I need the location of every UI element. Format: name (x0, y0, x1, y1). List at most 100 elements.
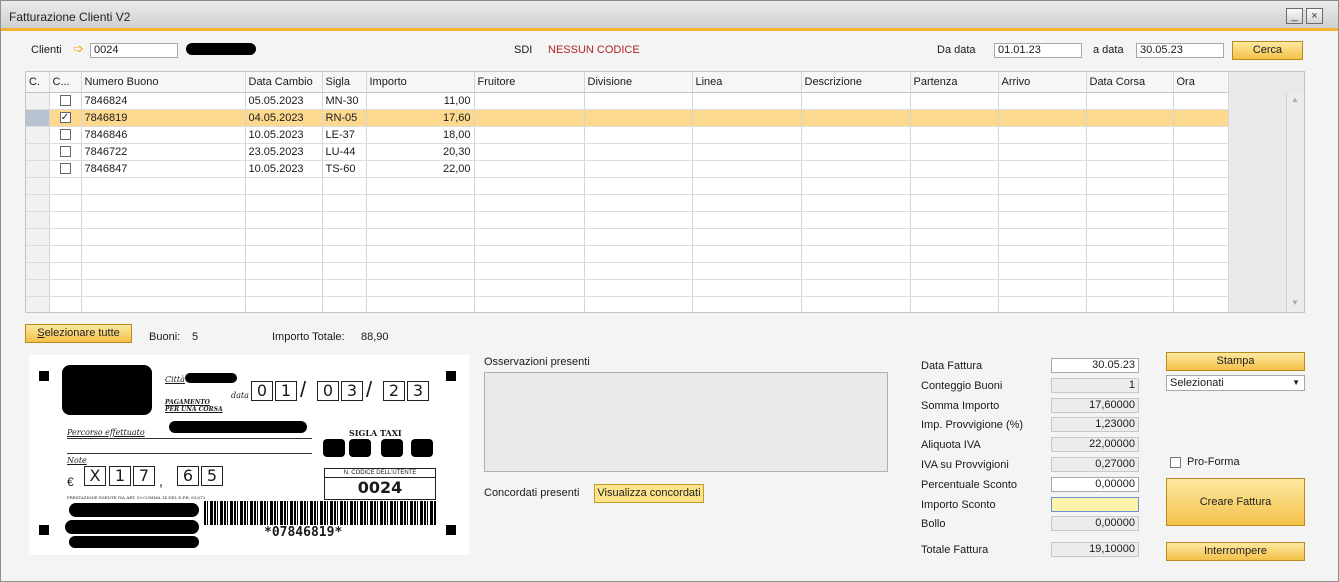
column-header[interactable]: Linea (692, 72, 802, 93)
table-cell[interactable] (1086, 109, 1174, 127)
row-header[interactable] (26, 160, 50, 178)
scroll-down-icon[interactable]: ▼ (1291, 298, 1299, 307)
print-button[interactable]: Stampa (1166, 352, 1305, 371)
minimize-button[interactable]: _ (1286, 8, 1303, 24)
table-cell[interactable] (1173, 211, 1229, 229)
table-cell[interactable]: 10.05.2023 (245, 160, 323, 178)
view-agreements-button[interactable]: Visualizza concordati (594, 484, 704, 503)
row-checkbox[interactable]: ✓ (59, 112, 71, 124)
table-cell[interactable] (322, 228, 367, 246)
table-cell[interactable] (801, 296, 911, 312)
print-select[interactable]: Selezionati ▼ (1166, 375, 1305, 391)
table-cell[interactable] (81, 279, 246, 297)
table-cell[interactable] (81, 296, 246, 312)
invoice-field-value[interactable]: 30.05.23 (1051, 358, 1139, 373)
table-cell[interactable] (322, 177, 367, 195)
table-cell[interactable] (49, 211, 82, 229)
column-header[interactable]: Fruitore (474, 72, 585, 93)
table-cell[interactable] (584, 262, 693, 280)
table-cell[interactable] (1173, 177, 1229, 195)
table-cell[interactable] (998, 279, 1087, 297)
table-cell[interactable] (474, 92, 585, 110)
table-cell[interactable] (801, 160, 911, 178)
table-cell[interactable] (801, 126, 911, 144)
create-invoice-button[interactable]: Creare Fattura (1166, 478, 1305, 526)
table-cell[interactable] (692, 279, 802, 297)
table-cell[interactable] (1173, 126, 1229, 144)
table-cell[interactable] (910, 279, 999, 297)
table-cell[interactable] (49, 177, 82, 195)
table-cell[interactable] (245, 228, 323, 246)
table-cell[interactable] (474, 245, 585, 263)
table-cell[interactable] (1086, 126, 1174, 144)
table-cell[interactable] (998, 194, 1087, 212)
table-cell[interactable]: 23.05.2023 (245, 143, 323, 161)
table-cell[interactable]: 7846846 (81, 126, 246, 144)
table-cell[interactable] (910, 211, 999, 229)
table-cell[interactable]: 20,30 (366, 143, 475, 161)
table-cell[interactable] (49, 92, 82, 110)
table-row[interactable]: 7846722 23.05.2023 LU-44 20,30 (26, 143, 1229, 161)
table-cell[interactable] (474, 126, 585, 144)
table-cell[interactable] (998, 245, 1087, 263)
table-cell[interactable] (998, 92, 1087, 110)
row-header[interactable] (26, 211, 50, 229)
row-header[interactable] (26, 194, 50, 212)
invoice-field-value[interactable] (1051, 497, 1139, 512)
table-cell[interactable] (1086, 296, 1174, 312)
table-cell[interactable] (474, 194, 585, 212)
table-cell[interactable] (474, 211, 585, 229)
table-cell[interactable]: MN-30 (322, 92, 367, 110)
table-cell[interactable] (322, 245, 367, 263)
table-cell[interactable]: ✓ (49, 109, 82, 127)
table-cell[interactable] (1086, 228, 1174, 246)
table-row[interactable]: ✓ 7846819 04.05.2023 RN-05 17,60 (26, 109, 1229, 127)
table-cell[interactable] (366, 177, 475, 195)
table-cell[interactable] (1173, 143, 1229, 161)
table-cell[interactable] (584, 160, 693, 178)
table-cell[interactable] (692, 126, 802, 144)
row-checkbox[interactable] (59, 95, 71, 107)
table-cell[interactable] (322, 296, 367, 312)
table-cell[interactable] (1173, 245, 1229, 263)
column-header[interactable]: Sigla (322, 72, 367, 93)
table-cell[interactable]: 17,60 (366, 109, 475, 127)
table-row[interactable] (26, 279, 1229, 297)
table-cell[interactable] (910, 194, 999, 212)
link-arrow-icon[interactable]: ➩ (73, 41, 84, 57)
table-cell[interactable] (322, 279, 367, 297)
table-cell[interactable] (81, 177, 246, 195)
table-cell[interactable] (474, 296, 585, 312)
table-cell[interactable] (998, 160, 1087, 178)
column-header[interactable]: Partenza (910, 72, 999, 93)
row-header[interactable] (26, 296, 50, 312)
column-header[interactable]: Numero Buono (81, 72, 246, 93)
column-header[interactable]: C... (49, 72, 82, 93)
proforma-checkbox[interactable] (1170, 457, 1181, 468)
row-header[interactable] (26, 228, 50, 246)
table-cell[interactable] (81, 228, 246, 246)
table-cell[interactable]: 05.05.2023 (245, 92, 323, 110)
table-cell[interactable]: 11,00 (366, 92, 475, 110)
table-cell[interactable] (49, 143, 82, 161)
table-cell[interactable] (245, 194, 323, 212)
scroll-up-icon[interactable]: ▲ (1291, 95, 1299, 104)
column-header[interactable]: Ora (1173, 72, 1229, 93)
table-cell[interactable]: LE-37 (322, 126, 367, 144)
table-cell[interactable] (49, 279, 82, 297)
column-header[interactable]: Data Cambio (245, 72, 323, 93)
row-header[interactable] (26, 92, 50, 110)
search-button[interactable]: Cerca (1232, 41, 1303, 60)
table-cell[interactable] (1086, 262, 1174, 280)
table-cell[interactable] (322, 211, 367, 229)
table-cell[interactable] (245, 211, 323, 229)
table-cell[interactable] (692, 228, 802, 246)
table-cell[interactable] (366, 296, 475, 312)
client-input[interactable]: 0024 (90, 43, 178, 58)
table-cell[interactable] (1086, 177, 1174, 195)
table-cell[interactable] (692, 245, 802, 263)
table-cell[interactable] (584, 194, 693, 212)
table-cell[interactable] (81, 262, 246, 280)
table-cell[interactable] (366, 262, 475, 280)
table-cell[interactable] (81, 194, 246, 212)
